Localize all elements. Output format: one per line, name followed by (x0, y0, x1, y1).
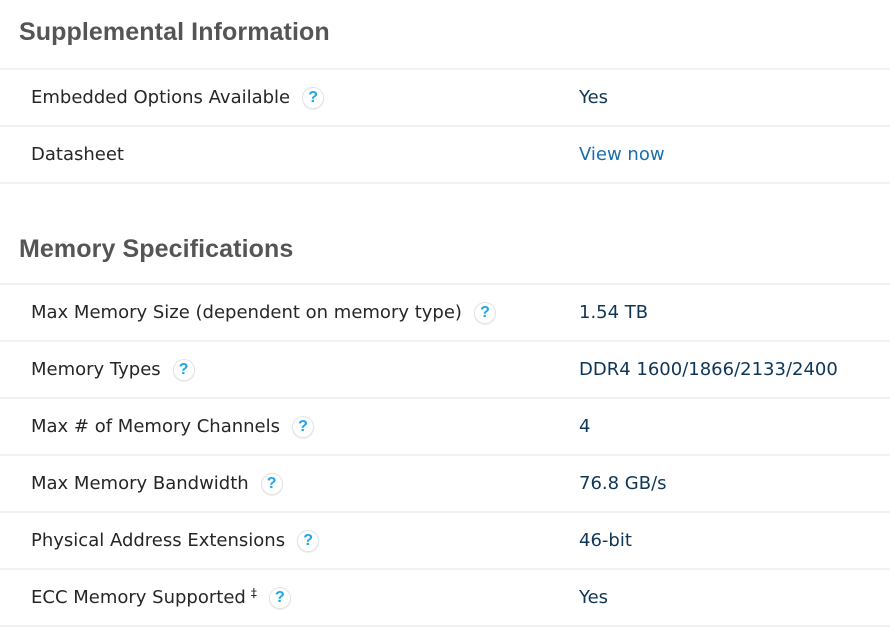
spec-row-max-memory-size: Max Memory Size (dependent on memory typ… (0, 285, 890, 342)
spec-row-memory-types: Memory Types ? DDR4 1600/1866/2133/2400 (0, 342, 890, 399)
section-title: Supplemental Information (19, 18, 330, 46)
help-icon[interactable]: ? (260, 472, 283, 495)
help-icon[interactable]: ? (292, 415, 315, 438)
spec-label: Max # of Memory Channels (31, 416, 281, 437)
spec-value: Yes (579, 87, 609, 108)
spec-label: Datasheet (31, 144, 124, 165)
spec-value-cell: View now (548, 144, 890, 165)
help-icon[interactable]: ? (268, 586, 291, 609)
view-datasheet-link[interactable]: View now (579, 144, 665, 165)
spec-row-ecc-memory-supported: ECC Memory Supported ‡ ? Yes (0, 570, 890, 627)
spec-label: Max Memory Size (dependent on memory typ… (31, 302, 462, 323)
spec-label-cell: Datasheet (0, 144, 548, 165)
footnote-marker: ‡ (250, 585, 257, 600)
spec-label-cell: ECC Memory Supported ‡ ? (0, 585, 548, 609)
spec-value: 76.8 GB/s (579, 473, 667, 494)
help-icon[interactable]: ? (297, 529, 320, 552)
spec-label-cell: Embedded Options Available ? (0, 86, 548, 109)
spec-label-cell: Memory Types ? (0, 358, 548, 381)
memory-specifications-section: Memory Specifications Max Memory Size (d… (0, 214, 890, 627)
spec-label: Memory Types (31, 359, 161, 380)
section-title: Memory Specifications (19, 235, 294, 263)
spec-label-cell: Max # of Memory Channels ? (0, 415, 548, 438)
spec-label: Physical Address Extensions (31, 530, 286, 551)
spec-row-max-memory-bandwidth: Max Memory Bandwidth ? 76.8 GB/s (0, 456, 890, 513)
spec-row-embedded-options-available: Embedded Options Available ? Yes (0, 70, 890, 127)
help-icon[interactable]: ? (302, 86, 325, 109)
spec-value: DDR4 1600/1866/2133/2400 (579, 359, 838, 380)
spec-row-max-memory-channels: Max # of Memory Channels ? 4 (0, 399, 890, 456)
spec-label: ECC Memory Supported (31, 587, 246, 608)
spec-label: Max Memory Bandwidth (31, 473, 249, 494)
spec-label: Embedded Options Available (31, 87, 291, 108)
spec-label-cell: Max Memory Size (dependent on memory typ… (0, 301, 548, 324)
spec-row-datasheet: Datasheet View now (0, 127, 890, 184)
spec-value: 46-bit (579, 530, 632, 551)
spec-label-cell: Physical Address Extensions ? (0, 529, 548, 552)
spec-value: 4 (579, 416, 591, 437)
help-icon[interactable]: ? (172, 358, 195, 381)
spec-value: Yes (579, 587, 609, 608)
spec-row-physical-address-extensions: Physical Address Extensions ? 46-bit (0, 513, 890, 570)
spec-list: Embedded Options Available ? Yes Datashe… (0, 68, 890, 184)
spec-label-cell: Max Memory Bandwidth ? (0, 472, 548, 495)
supplemental-information-section: Supplemental Information Embedded Option… (0, 0, 890, 184)
spec-value: 1.54 TB (579, 302, 649, 323)
spec-list: Max Memory Size (dependent on memory typ… (0, 283, 890, 627)
help-icon[interactable]: ? (473, 301, 496, 324)
